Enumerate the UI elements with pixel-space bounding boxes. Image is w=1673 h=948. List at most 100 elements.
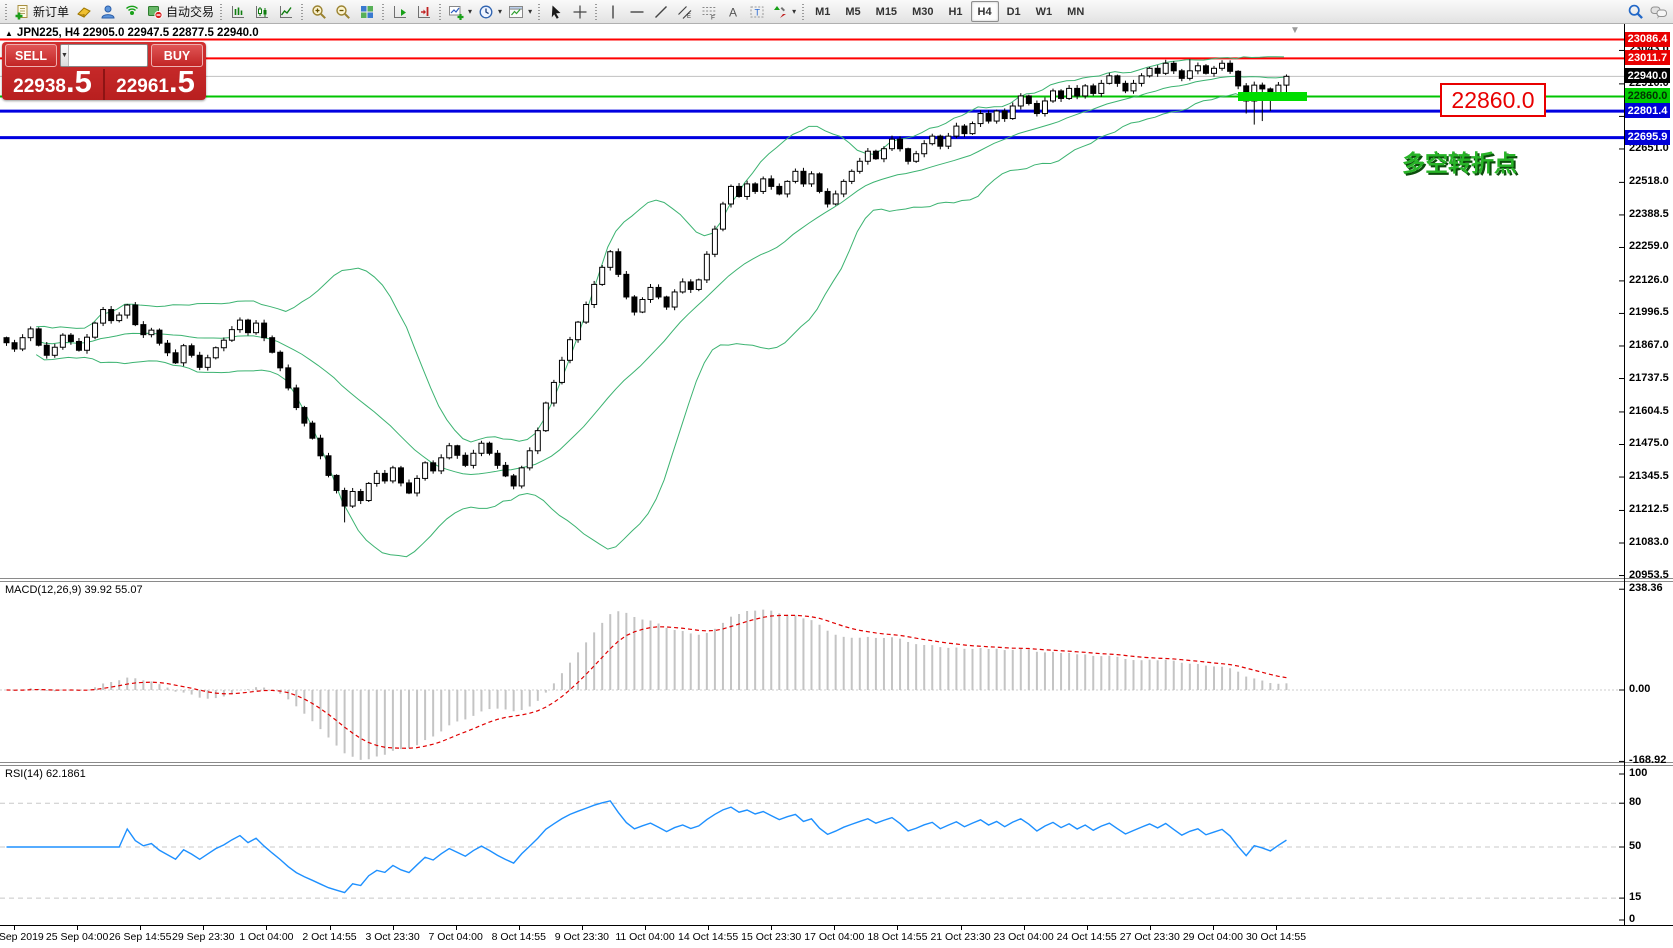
toolbar-grip[interactable] [594,4,599,20]
toolbar-grip[interactable] [438,4,443,20]
bar-chart-button[interactable] [226,2,250,22]
price-axis-box-label: 23011.7 [1625,50,1670,65]
sell-price-main: 22938 [13,76,66,98]
zoom-in-button[interactable] [307,2,331,22]
price-annotation-box[interactable]: 22860.0 [1440,83,1546,117]
time-axis-label: 1 Oct 04:00 [239,931,293,943]
timeframe-button-h4[interactable]: H4 [971,1,999,22]
timeframe-button-mn[interactable]: MN [1060,1,1091,22]
time-axis-label: 18 Oct 14:55 [867,931,927,943]
auto-scroll-button[interactable] [388,2,412,22]
volume-input[interactable] [69,45,148,66]
axis-tick-label: 22126.0 [1629,274,1669,286]
axis-tick-label: 21737.5 [1629,372,1669,384]
axis-tick-label: 21996.5 [1629,306,1669,318]
equidistant-channel-button[interactable]: E [673,2,697,22]
buy-price-main: 22961 [116,76,169,98]
chart-shift-marker-icon[interactable]: ▼ [1290,25,1300,36]
dropdown-arrow-icon: ▾ [498,7,502,16]
gold-ingot-icon [76,4,92,20]
trendline-icon [653,4,669,20]
toolbar-grip[interactable] [219,4,224,20]
time-axis-label: 23 Oct 04:00 [994,931,1054,943]
axis-tick-label: 0 [1629,913,1635,925]
clock-icon [478,4,494,20]
timeframe-button-m15[interactable]: M15 [869,1,904,22]
time-axis-tick [14,926,15,930]
toolbar-grip[interactable] [300,4,305,20]
time-axis-tick [519,926,520,930]
svg-text:F: F [711,14,715,20]
axis-tick-label: 15 [1629,891,1641,903]
rsi-indicator-label: RSI(14) 62.1861 [5,768,86,780]
cursor-button[interactable] [544,2,568,22]
timeframe-button-m30[interactable]: M30 [905,1,940,22]
text-button[interactable]: A [721,2,745,22]
community-button[interactable] [96,2,120,22]
tile-windows-icon [359,4,375,20]
svg-text:T: T [755,7,761,17]
line-chart-button[interactable] [274,2,298,22]
toolbar: 新订单 自动交易 ▾ ▾ [0,0,1673,24]
main-chart-pane[interactable] [0,24,1624,578]
cursor-icon [548,4,564,20]
new-order-button[interactable]: 新订单 [11,2,72,22]
timeframe-button-m1[interactable]: M1 [808,1,837,22]
chart-shift-icon [416,4,432,20]
volume-decrease-button[interactable]: ▼ [61,45,69,66]
fibonacci-button[interactable]: F [697,2,721,22]
axis-tick-label: 21867.0 [1629,339,1669,351]
time-axis-tick [203,926,204,930]
axis-tick-label: 20953.5 [1629,569,1669,581]
horizontal-line-button[interactable] [625,2,649,22]
candlestick-chart-icon [254,4,270,20]
signals-button[interactable] [120,2,144,22]
toolbar-grip[interactable] [801,4,806,20]
time-axis-tick [645,926,646,930]
timeframe-button-m5[interactable]: M5 [838,1,867,22]
fibonacci-icon: F [701,4,717,20]
chat-icon [1650,4,1668,20]
arrows-button[interactable]: ▾ [769,2,799,22]
toolbar-grip[interactable] [537,4,542,20]
toolbar-grip[interactable] [381,4,386,20]
chat-button[interactable] [1647,2,1671,22]
timeframe-group: M1M5M15M30H1H4D1W1MN [808,1,1091,22]
time-axis-tick [708,926,709,930]
deposit-button[interactable] [72,2,96,22]
tile-windows-button[interactable] [355,2,379,22]
periods-button[interactable]: ▾ [475,2,505,22]
collapse-triangle-icon[interactable]: ▲ [5,29,13,38]
trendline-button[interactable] [649,2,673,22]
axis-tick-label: 21083.0 [1629,536,1669,548]
zoom-out-button[interactable] [331,2,355,22]
search-button[interactable] [1623,2,1647,22]
chart-shift-button[interactable] [412,2,436,22]
sell-price[interactable]: 22938.5 [2,69,103,100]
toolbar-grip[interactable] [4,4,9,20]
crosshair-button[interactable] [568,2,592,22]
sell-button[interactable]: SELL [5,44,57,67]
zoom-out-icon [335,4,351,20]
buy-price[interactable]: 22961.5 [105,69,206,100]
turning-point-annotation[interactable]: 多空转折点 [1402,144,1517,178]
candlestick-chart-button[interactable] [250,2,274,22]
text-label-button[interactable]: T [745,2,769,22]
auto-trading-button[interactable]: 自动交易 [144,2,217,22]
horizontal-line-icon [629,4,645,20]
time-axis-tick [1150,926,1151,930]
time-axis-label: 27 Oct 23:30 [1120,931,1180,943]
rsi-pane[interactable] [0,766,1624,925]
trade-panel-prices: 22938.5 22961.5 [2,69,206,100]
timeframe-button-w1[interactable]: W1 [1029,1,1060,22]
timeframe-button-d1[interactable]: D1 [1000,1,1028,22]
vertical-line-button[interactable] [601,2,625,22]
macd-pane[interactable] [0,582,1624,762]
auto-trading-icon [147,4,163,20]
axis-tick-label: 21475.0 [1629,437,1669,449]
time-axis-tick [393,926,394,930]
time-axis-label: 17 Oct 04:00 [804,931,864,943]
timeframe-button-h1[interactable]: H1 [941,1,969,22]
templates-button[interactable]: ▾ [505,2,535,22]
new-chart-button[interactable]: ▾ [445,2,475,22]
